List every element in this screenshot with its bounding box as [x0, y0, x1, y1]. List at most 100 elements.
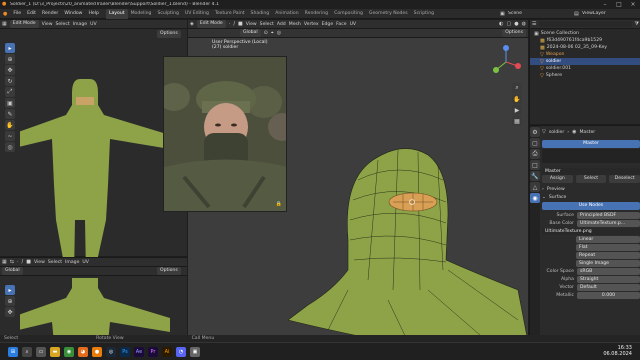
- viewport-menu-face[interactable]: Face: [336, 22, 346, 27]
- uv-mode-dropdown[interactable]: Edit Mode: [9, 20, 39, 28]
- navigation-gizmo[interactable]: [488, 44, 524, 80]
- uv2-global-dropdown[interactable]: Global: [2, 267, 23, 275]
- outliner-search-input[interactable]: [539, 21, 632, 27]
- rotate-tool-icon[interactable]: ↻: [5, 76, 15, 86]
- overlay-icon[interactable]: ◐: [499, 21, 503, 27]
- deselect-button[interactable]: Deselect: [609, 175, 640, 183]
- viewport-menu-edge[interactable]: Edge: [322, 22, 334, 27]
- viewport-menu-vertex[interactable]: Vertex: [304, 22, 319, 27]
- surface-panel-header[interactable]: ⌄ Surface: [542, 193, 640, 201]
- viewport-menu-uv[interactable]: UV: [350, 22, 357, 27]
- tab-geometry-nodes[interactable]: Geometry Nodes: [366, 9, 411, 19]
- view-layer-selector[interactable]: ViewLayer: [582, 11, 606, 16]
- maximize-icon[interactable]: □: [612, 0, 626, 9]
- close-icon[interactable]: ×: [626, 0, 640, 9]
- pan-icon[interactable]: ✋: [512, 94, 522, 104]
- scale-tool-icon[interactable]: ⤢: [5, 87, 15, 97]
- menu-render[interactable]: Render: [39, 9, 61, 19]
- color-space-dropdown[interactable]: sRGB: [577, 267, 640, 275]
- camera-icon[interactable]: ▶: [512, 105, 522, 115]
- ae-icon[interactable]: Ae: [134, 346, 144, 357]
- scene-selector[interactable]: Scene: [508, 11, 522, 16]
- vertex-select-icon[interactable]: ·: [229, 21, 231, 27]
- relax-tool-icon[interactable]: ~: [5, 131, 15, 141]
- material-name-field[interactable]: Master: [542, 167, 640, 175]
- editor-type-icon[interactable]: ▦: [2, 21, 7, 27]
- surface-shader-field[interactable]: Principled BSDF: [577, 211, 640, 219]
- data-props-icon[interactable]: △: [530, 182, 540, 192]
- uv2-options-button[interactable]: Options: [157, 267, 181, 275]
- base-color-field[interactable]: UltimateTexture.p...: [577, 219, 640, 227]
- move-tool-icon[interactable]: ✥: [5, 65, 15, 75]
- tab-compositing[interactable]: Compositing: [331, 9, 366, 19]
- interpolation-dropdown[interactable]: Linear: [576, 235, 640, 243]
- steam-icon[interactable]: ◎: [106, 346, 116, 357]
- metallic-slider[interactable]: 0.000: [577, 291, 640, 299]
- outliner-row-weapon[interactable]: ▽ Weapon: [530, 51, 640, 58]
- material-props-icon[interactable]: ◉: [530, 193, 540, 203]
- taskbar-clock[interactable]: 16:33 06.08.2024: [603, 345, 632, 357]
- tab-modeling[interactable]: Modeling: [128, 9, 155, 19]
- blender-icon[interactable]: ●: [92, 346, 102, 357]
- uv-menu-select[interactable]: Select: [56, 22, 70, 27]
- uv2-menu-image[interactable]: Image: [65, 260, 79, 265]
- outliner-row-1[interactable]: ▩ f63d490761f4ca9b1529: [530, 37, 640, 44]
- tab-layout[interactable]: Layout: [105, 8, 128, 19]
- zoom-icon[interactable]: ⌕: [512, 83, 522, 93]
- uv2-menu-uv[interactable]: UV: [82, 260, 89, 265]
- uv2-menu-select[interactable]: Select: [48, 260, 62, 265]
- cursor-tool-icon[interactable]: ⊕: [5, 54, 15, 64]
- editor-type-icon-2[interactable]: ▦: [2, 259, 7, 265]
- 3d-viewport[interactable]: ◈ Edit Mode · / ■ View Select Add Mesh V…: [163, 20, 528, 342]
- mesh-model[interactable]: [288, 120, 528, 342]
- uv-options-button[interactable]: Options: [157, 30, 181, 38]
- reference-image[interactable]: 🔒: [163, 56, 287, 212]
- tab-uv-editing[interactable]: UV Editing: [182, 9, 212, 19]
- tab-animation[interactable]: Animation: [272, 9, 301, 19]
- tab-texture-paint[interactable]: Texture Paint: [212, 9, 248, 19]
- viewport-menu-view[interactable]: View: [246, 22, 257, 27]
- outliner-row-soldier[interactable]: ▽ soldier: [530, 58, 640, 65]
- viewport-menu-add[interactable]: Add: [277, 22, 286, 27]
- menu-file[interactable]: File: [10, 9, 24, 19]
- transform-tool-icon[interactable]: ▣: [5, 98, 15, 108]
- uv2-menu-view[interactable]: View: [34, 260, 45, 265]
- minimize-icon[interactable]: –: [598, 0, 612, 9]
- pivot-icon[interactable]: ⊙: [264, 30, 268, 36]
- assign-button[interactable]: Assign: [542, 175, 573, 183]
- face-select-icon[interactable]: ■: [238, 21, 243, 27]
- outliner-row-scene-collection[interactable]: ▣ Scene Collection: [530, 30, 640, 37]
- outliner-row-2[interactable]: ▩ 2024-08-06 02_35_09-Key: [530, 44, 640, 51]
- search-icon[interactable]: ⌕: [22, 346, 32, 357]
- chrome-icon[interactable]: ◉: [64, 346, 74, 357]
- modifier-props-icon[interactable]: 🔧: [530, 171, 540, 181]
- annotate-tool-icon[interactable]: ✎: [5, 109, 15, 119]
- proportional-icon[interactable]: ◎: [277, 30, 281, 36]
- menu-window[interactable]: Window: [61, 9, 85, 19]
- lock-icon[interactable]: 🔒: [276, 201, 282, 207]
- shading-material-icon[interactable]: ◍: [522, 21, 526, 27]
- outliner-row-sphere[interactable]: ▽ Sphere: [530, 72, 640, 79]
- select-tool-icon[interactable]: ▸: [5, 43, 15, 53]
- blender-menu-icon[interactable]: ●: [3, 11, 7, 17]
- viewport-menu-mesh[interactable]: Mesh: [289, 22, 301, 27]
- viewport-mode-dropdown[interactable]: Edit Mode: [196, 20, 226, 28]
- tab-rendering[interactable]: Rendering: [302, 9, 331, 19]
- preview-panel-header[interactable]: › Preview: [542, 185, 640, 193]
- image-name-field[interactable]: UltimateTexture.png: [542, 227, 640, 235]
- pr-icon[interactable]: Pr: [148, 346, 158, 357]
- uv-edge-mode-icon[interactable]: /: [22, 259, 24, 265]
- output-props-icon[interactable]: ⎙: [530, 149, 540, 159]
- taskview-icon[interactable]: ▭: [36, 346, 46, 357]
- grid-icon[interactable]: ▦: [512, 116, 522, 126]
- ai-icon[interactable]: Ai: [162, 346, 172, 357]
- app-icon[interactable]: ▣: [190, 346, 200, 357]
- source-dropdown[interactable]: Single Image: [576, 259, 640, 267]
- use-nodes-button[interactable]: Use Nodes: [542, 202, 640, 210]
- tool-props-icon[interactable]: ⚙: [530, 127, 540, 137]
- menu-edit[interactable]: Edit: [24, 9, 39, 19]
- edge-select-icon[interactable]: /: [233, 21, 235, 27]
- uv-menu-view[interactable]: View: [42, 22, 53, 27]
- snap-icon[interactable]: ⌖: [271, 30, 274, 36]
- filter-icon[interactable]: ⧩: [635, 21, 639, 27]
